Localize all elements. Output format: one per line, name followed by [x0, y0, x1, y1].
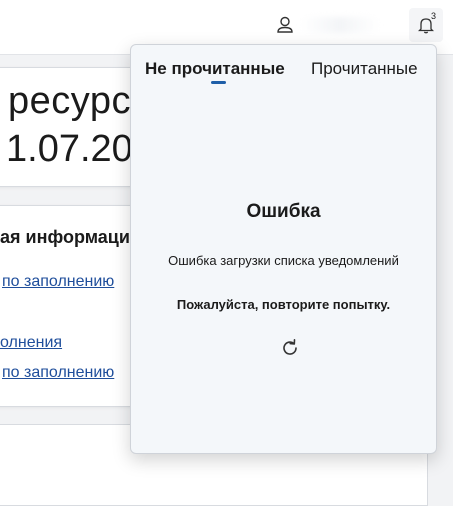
notifications-button[interactable]: 3: [409, 8, 443, 42]
info-link[interactable]: олнения: [0, 334, 62, 352]
tab-read[interactable]: Прочитанные: [311, 59, 418, 79]
tab-unread[interactable]: Не прочитанные: [145, 59, 285, 79]
user-name[interactable]: [300, 17, 380, 33]
notification-count-badge: 3: [431, 11, 437, 21]
page-date: 1.07.20: [6, 128, 133, 170]
refresh-icon[interactable]: [279, 337, 301, 359]
error-message: Ошибка загрузки списка уведомлений: [168, 253, 399, 268]
info-heading: ая информаци: [0, 227, 130, 247]
error-title: Ошибка: [246, 201, 321, 222]
user-icon[interactable]: [276, 15, 294, 35]
error-hint: Пожалуйста, повторите попытку.: [176, 297, 391, 312]
notification-tabs: Не прочитанные Прочитанные: [131, 45, 436, 85]
notifications-popover: Не прочитанные Прочитанные Ошибка Ошибка…: [130, 44, 437, 454]
info-link[interactable]: по заполнению: [2, 273, 114, 291]
active-tab-indicator: [211, 81, 226, 84]
info-link[interactable]: по заполнению: [2, 364, 114, 382]
